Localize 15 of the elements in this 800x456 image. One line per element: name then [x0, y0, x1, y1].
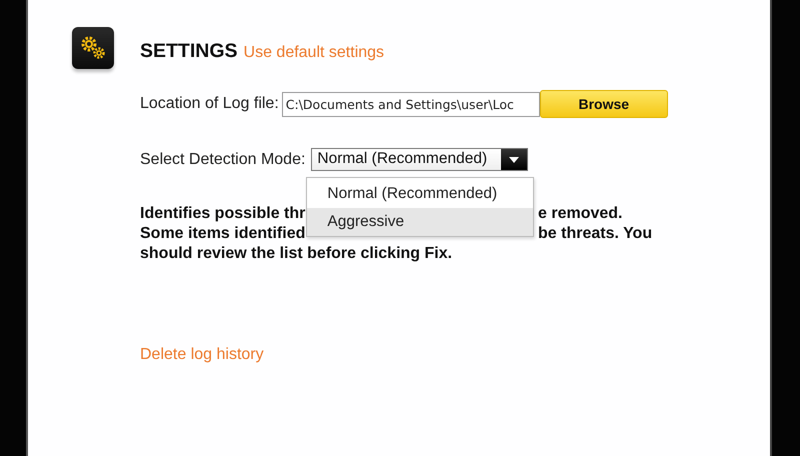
dropdown-option[interactable]: Normal (Recommended)	[307, 180, 534, 208]
caret-icon	[509, 156, 520, 162]
description-text: Some items identified	[140, 225, 306, 243]
detection-mode-select[interactable]: Normal (Recommended)	[311, 148, 528, 171]
page-title: SETTINGS	[140, 40, 238, 63]
description-text: Identifies possible thr	[140, 205, 306, 223]
browse-button[interactable]: Browse	[540, 90, 668, 118]
description-text: be threats. You	[538, 225, 652, 243]
log-path-field[interactable]: C:\Documents and Settings\user\Loc	[282, 92, 540, 116]
description-text: should review the list before clicking Fix.	[140, 245, 452, 263]
dropdown-option[interactable]: Aggressive	[307, 208, 534, 236]
detection-mode-label: Select Detection Mode:	[140, 150, 306, 168]
log-file-label: Location of Log file:	[140, 95, 279, 113]
description-text: e removed.	[538, 205, 622, 223]
settings-icon	[72, 27, 114, 69]
